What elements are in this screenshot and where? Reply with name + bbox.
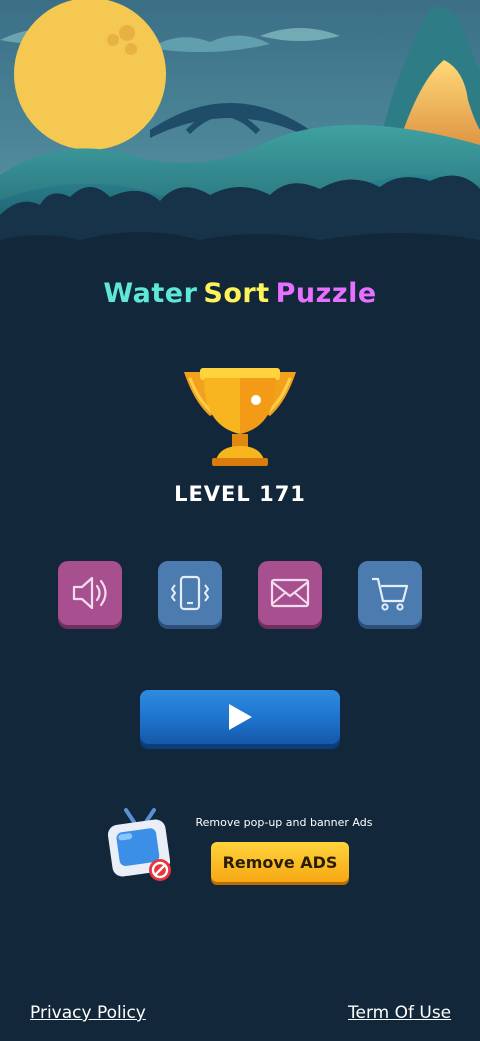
- game-title: Water Sort Puzzle: [0, 278, 480, 309]
- level-label: LEVEL 171: [174, 482, 306, 506]
- speaker-icon: [72, 576, 107, 610]
- sound-button[interactable]: [58, 561, 122, 625]
- play-button[interactable]: [140, 690, 340, 744]
- shop-button[interactable]: [358, 561, 422, 625]
- mail-icon: [270, 578, 310, 608]
- remove-ads-description: Remove pop-up and banner Ads: [195, 816, 373, 829]
- title-word-puzzle: Puzzle: [275, 278, 377, 309]
- mail-button[interactable]: [258, 561, 322, 625]
- vibrate-button[interactable]: [158, 561, 222, 625]
- cart-icon: [372, 577, 409, 611]
- vibration-icon: [171, 575, 209, 611]
- play-icon: [229, 704, 252, 730]
- title-word-water: Water: [103, 278, 198, 309]
- remove-ads-button[interactable]: Remove ADS: [211, 842, 349, 882]
- trophy-icon: [184, 368, 296, 466]
- terms-of-use-link[interactable]: Term Of Use: [348, 1003, 451, 1023]
- privacy-policy-link[interactable]: Privacy Policy: [30, 1003, 146, 1023]
- no-ads-tv-icon: [107, 808, 171, 881]
- background-scenery: [0, 0, 480, 270]
- title-word-sort: Sort: [203, 278, 270, 309]
